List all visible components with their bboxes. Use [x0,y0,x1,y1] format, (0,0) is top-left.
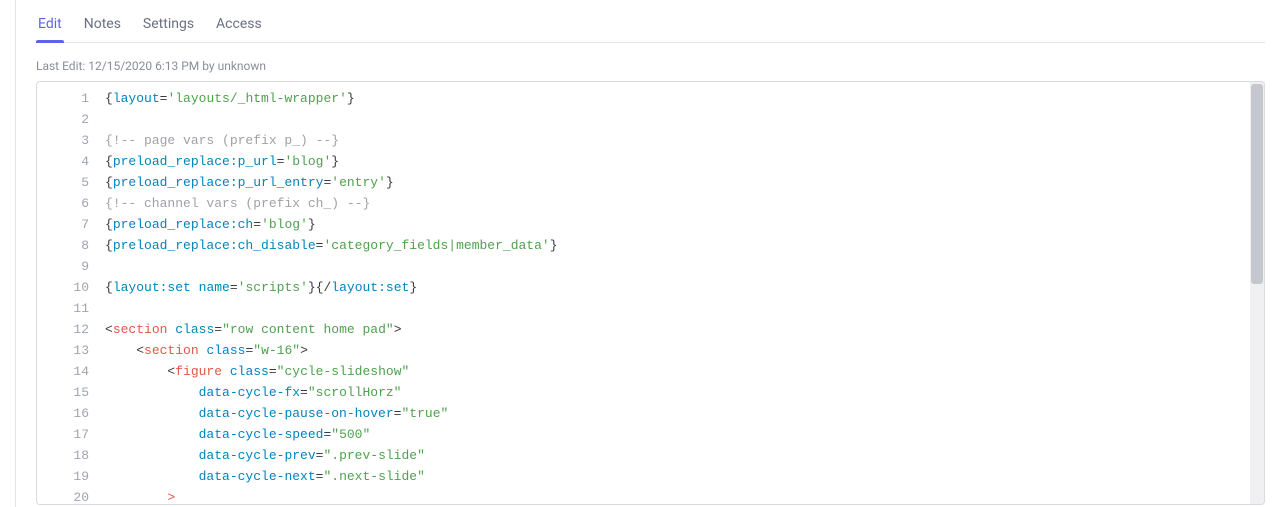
line-number: 20 [37,487,101,505]
code-line: data-cycle-speed="500" [105,424,1264,445]
tab-notes[interactable]: Notes [82,8,123,42]
code-line [105,109,1264,130]
code-line: <figure class="cycle-slideshow" [105,361,1264,382]
line-number: 1 [37,88,101,109]
code-line [105,298,1264,319]
code-line: {preload_replace:ch='blog'} [105,214,1264,235]
code-line: {preload_replace:p_url_entry='entry'} [105,172,1264,193]
code-line: {!-- channel vars (prefix ch_) --} [105,193,1264,214]
line-number: 8 [37,235,101,256]
last-edit-label: Last Edit: 12/15/2020 6:13 PM by unknown [36,59,1265,73]
line-number-gutter: 1234567891011121314151617181920 [37,82,101,504]
line-number: 17 [37,424,101,445]
line-number: 9 [37,256,101,277]
code-line: <section class="row content home pad"> [105,319,1264,340]
code-line: data-cycle-prev=".prev-slide" [105,445,1264,466]
code-line: data-cycle-pause-on-hover="true" [105,403,1264,424]
code-line: {layout:set name='scripts'}{/layout:set} [105,277,1264,298]
line-number: 3 [37,130,101,151]
line-number: 5 [37,172,101,193]
code-line: {preload_replace:ch_disable='category_fi… [105,235,1264,256]
tab-edit[interactable]: Edit [36,8,64,42]
tab-bar: Edit Notes Settings Access [36,8,1265,43]
line-number: 14 [37,361,101,382]
line-number: 15 [37,382,101,403]
code-line: {layout='layouts/_html-wrapper'} [105,88,1264,109]
code-line: <section class="w-16"> [105,340,1264,361]
line-number: 16 [37,403,101,424]
left-divider [15,0,16,507]
code-line: {preload_replace:p_url='blog'} [105,151,1264,172]
code-line [105,256,1264,277]
line-number: 2 [37,109,101,130]
line-number: 6 [37,193,101,214]
tab-access[interactable]: Access [214,8,264,42]
line-number: 4 [37,151,101,172]
line-number: 7 [37,214,101,235]
template-editor-panel: Edit Notes Settings Access Last Edit: 12… [0,0,1273,507]
tab-settings[interactable]: Settings [141,8,196,42]
line-number: 12 [37,319,101,340]
code-line: data-cycle-next=".next-slide" [105,466,1264,487]
code-line: > [105,487,1264,504]
line-number: 19 [37,466,101,487]
line-number: 13 [37,340,101,361]
code-content[interactable]: {layout='layouts/_html-wrapper'} {!-- pa… [101,82,1264,504]
code-editor[interactable]: 1234567891011121314151617181920 {layout=… [36,81,1265,505]
code-line: {!-- page vars (prefix p_) --} [105,130,1264,151]
scrollbar-thumb[interactable] [1251,84,1263,284]
scrollbar-track[interactable] [1250,82,1264,504]
code-line: data-cycle-fx="scrollHorz" [105,382,1264,403]
line-number: 18 [37,445,101,466]
line-number: 11 [37,298,101,319]
line-number: 10 [37,277,101,298]
